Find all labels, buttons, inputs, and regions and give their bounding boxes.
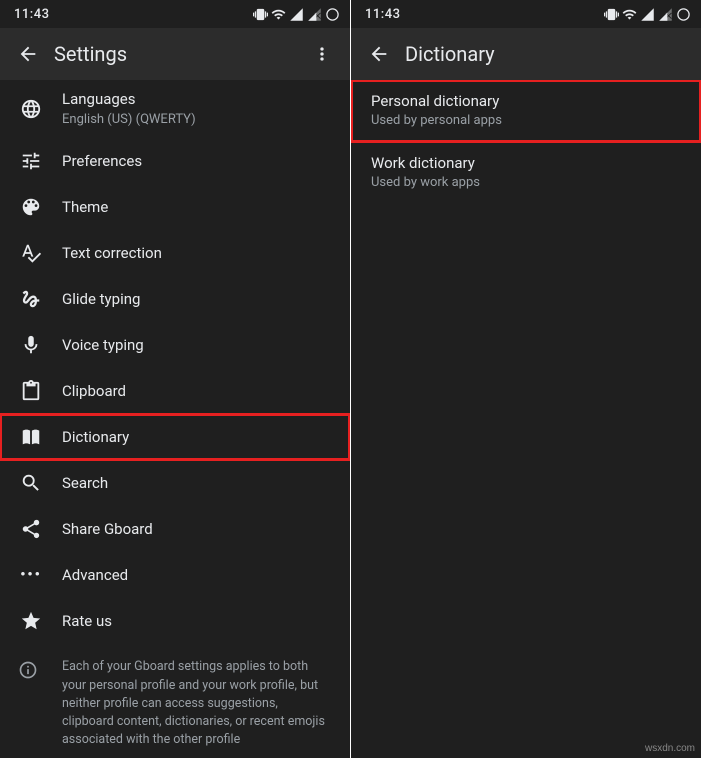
more-vert-icon [312,44,332,64]
tune-icon [20,150,42,172]
wifi-icon [271,7,286,22]
settings-info-note: Each of your Gboard settings applies to … [0,644,350,758]
dictionary-item-label: Work dictionary [371,154,685,174]
settings-item-languages[interactable]: Languages English (US) (QWERTY) [0,80,350,138]
settings-item-label: Search [62,474,334,494]
gesture-icon [20,288,42,310]
settings-item-label: Theme [62,198,334,218]
watermark: wsxdn.com [645,743,695,754]
globe-icon [20,98,42,120]
overflow-menu-button[interactable] [302,34,342,74]
share-icon [20,518,42,540]
clipboard-icon [20,380,42,402]
app-bar-title: Settings [48,42,302,66]
app-bar-settings: Settings [0,28,350,80]
info-text: Each of your Gboard settings applies to … [62,658,330,749]
search-icon [20,472,42,494]
settings-item-label: Rate us [62,612,334,632]
app-bar-dictionary: Dictionary [351,28,701,80]
back-button[interactable] [8,34,48,74]
settings-item-share-gboard[interactable]: Share Gboard [0,506,350,552]
info-icon [18,660,38,680]
status-bar: 11:43 [0,0,350,28]
settings-list: Languages English (US) (QWERTY) Preferen… [0,80,350,758]
app-bar-title: Dictionary [399,42,693,66]
vibrate-icon [253,7,268,22]
dictionary-item-label: Personal dictionary [371,92,685,112]
status-icons [253,7,340,22]
settings-item-label: Preferences [62,152,334,172]
status-time: 11:43 [14,7,49,22]
dictionary-item-personal[interactable]: Personal dictionary Used by personal app… [351,80,701,142]
status-time: 11:43 [365,7,400,22]
settings-item-dictionary[interactable]: Dictionary [0,414,350,460]
settings-item-text-correction[interactable]: Text correction [0,230,350,276]
settings-item-sub: English (US) (QWERTY) [62,112,334,129]
dictionary-item-sub: Used by work apps [371,175,685,192]
settings-item-label: Text correction [62,244,334,264]
more-horiz-icon: ••• [20,567,42,583]
circle-icon [325,7,340,22]
settings-item-label: Glide typing [62,290,334,310]
circle-icon [676,7,691,22]
settings-item-glide-typing[interactable]: Glide typing [0,276,350,322]
settings-item-preferences[interactable]: Preferences [0,138,350,184]
settings-item-rate-us[interactable]: Rate us [0,598,350,644]
palette-icon [20,196,42,218]
screen-dictionary: 11:43 Dictionary Personal dictionary Use… [351,0,701,758]
settings-item-label: Languages [62,90,334,110]
arrow-back-icon [17,43,39,65]
book-icon [20,426,42,448]
cell-x-icon [307,7,322,22]
settings-item-theme[interactable]: Theme [0,184,350,230]
settings-item-search[interactable]: Search [0,460,350,506]
settings-item-voice-typing[interactable]: Voice typing [0,322,350,368]
settings-item-label: Voice typing [62,336,334,356]
dictionary-item-work[interactable]: Work dictionary Used by work apps [351,142,701,204]
mic-icon [20,334,42,356]
vibrate-icon [604,7,619,22]
back-button[interactable] [359,34,399,74]
signal-icon [289,7,304,22]
settings-item-label: Clipboard [62,382,334,402]
star-icon [20,610,42,632]
settings-item-advanced[interactable]: ••• Advanced [0,552,350,598]
settings-item-clipboard[interactable]: Clipboard [0,368,350,414]
cell-x-icon [658,7,673,22]
settings-item-label: Dictionary [62,428,334,448]
status-bar: 11:43 [351,0,701,28]
signal-icon [640,7,655,22]
dictionary-item-sub: Used by personal apps [371,113,685,130]
status-icons [604,7,691,22]
arrow-back-icon [368,43,390,65]
spellcheck-icon [20,242,42,264]
screen-settings: 11:43 Settings Languages English (US) (Q… [0,0,350,758]
wifi-icon [622,7,637,22]
settings-item-label: Share Gboard [62,520,334,540]
dictionary-list: Personal dictionary Used by personal app… [351,80,701,758]
settings-item-label: Advanced [62,566,334,586]
